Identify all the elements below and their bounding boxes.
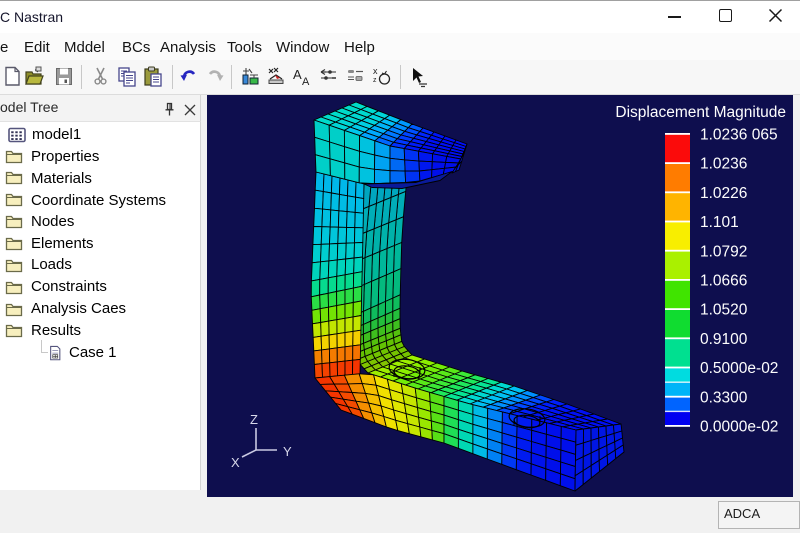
svg-text:1.0792: 1.0792 xyxy=(700,243,747,260)
svg-text:1.101: 1.101 xyxy=(700,214,739,231)
svg-text:1.0236: 1.0236 xyxy=(700,156,747,173)
svg-text:z: z xyxy=(373,77,377,84)
svg-text:1.0236 065: 1.0236 065 xyxy=(700,127,778,144)
svg-text:1.0666: 1.0666 xyxy=(700,273,747,290)
svg-text:X: X xyxy=(231,455,240,470)
svg-text:0.9100: 0.9100 xyxy=(700,331,748,348)
svg-text:Z: Z xyxy=(250,412,258,427)
svg-text:0.5000e-02: 0.5000e-02 xyxy=(700,360,778,377)
svg-text:1.0226: 1.0226 xyxy=(700,185,747,202)
svg-text:0.3300: 0.3300 xyxy=(700,389,748,406)
svg-text:0.0000e-02: 0.0000e-02 xyxy=(700,419,778,436)
svg-text:A: A xyxy=(302,76,310,88)
svg-text:Y: Y xyxy=(283,444,292,459)
svg-text:x: x xyxy=(373,66,378,76)
svg-text:1.0520: 1.0520 xyxy=(700,302,748,319)
svg-text:A: A xyxy=(293,67,302,82)
